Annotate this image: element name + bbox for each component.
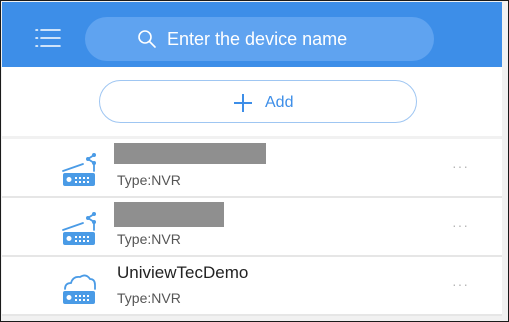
- nvr-share-icon: [62, 153, 96, 186]
- add-bar: Add: [2, 67, 502, 136]
- search-input[interactable]: Enter the device name: [85, 17, 434, 61]
- device-row[interactable]: UniviewTecDemo Type:NVR ···: [2, 257, 502, 316]
- nvr-cloud-icon: [63, 274, 96, 304]
- top-bar: Enter the device name: [2, 2, 502, 67]
- more-options-icon[interactable]: ···: [452, 218, 469, 232]
- more-options-icon[interactable]: ···: [452, 277, 469, 291]
- device-name-redacted: [114, 202, 224, 227]
- app-frame: Enter the device name Add Type:NVR ··· T…: [0, 0, 509, 322]
- search-icon: [138, 30, 156, 48]
- search-placeholder: Enter the device name: [167, 29, 348, 49]
- nvr-share-icon: [62, 212, 96, 245]
- plus-icon: [234, 94, 252, 112]
- device-name-redacted: [114, 143, 266, 164]
- menu-icon[interactable]: [35, 28, 61, 48]
- more-options-icon[interactable]: ···: [452, 159, 469, 173]
- device-list: Type:NVR ··· Type:NVR ··· UniviewTecDemo…: [2, 139, 502, 316]
- add-device-button[interactable]: Add: [99, 80, 417, 123]
- add-button-label: Add: [265, 94, 294, 111]
- device-name: UniviewTecDemo: [117, 263, 249, 282]
- device-row[interactable]: Type:NVR ···: [2, 139, 502, 198]
- device-type: Type:NVR: [117, 290, 181, 306]
- device-row[interactable]: Type:NVR ···: [2, 198, 502, 257]
- device-type: Type:NVR: [117, 231, 181, 247]
- device-type: Type:NVR: [117, 172, 181, 188]
